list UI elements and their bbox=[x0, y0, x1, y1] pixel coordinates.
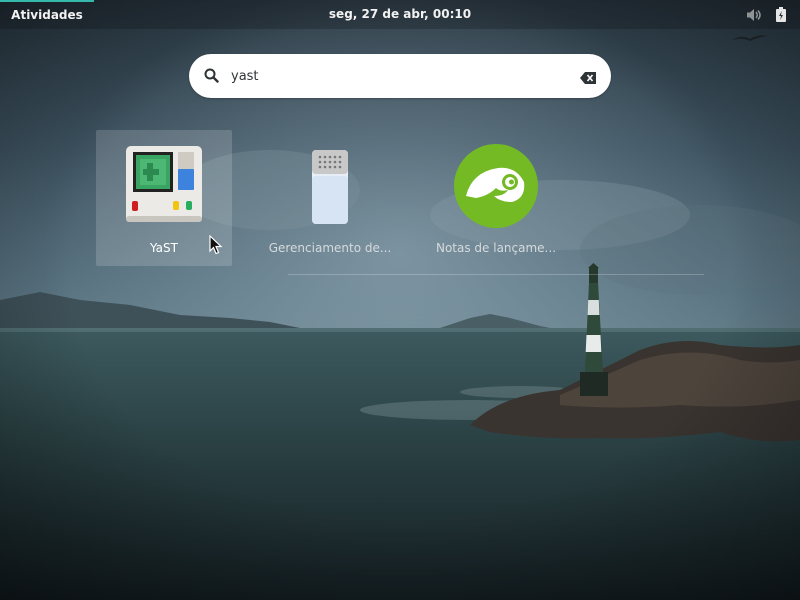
top-bar: Atividades seg, 27 de abr, 00:10 bbox=[0, 0, 800, 29]
software-management-icon bbox=[312, 150, 348, 224]
opensuse-release-notes-icon bbox=[454, 144, 538, 228]
result-release-notes[interactable]: Notas de lançame... bbox=[428, 130, 564, 266]
volume-muted-icon[interactable] bbox=[746, 8, 762, 22]
result-software-management[interactable]: Gerenciamento de... bbox=[262, 130, 398, 266]
yast-icon bbox=[126, 146, 202, 222]
search-bar[interactable] bbox=[189, 54, 611, 98]
activities-button[interactable]: Atividades bbox=[0, 0, 94, 29]
search-icon bbox=[204, 68, 219, 87]
clock-label[interactable]: seg, 27 de abr, 00:10 bbox=[329, 7, 471, 21]
result-label: Gerenciamento de... bbox=[268, 241, 392, 255]
search-input[interactable] bbox=[231, 66, 551, 86]
bird-silhouette bbox=[732, 35, 768, 41]
battery-icon[interactable] bbox=[776, 7, 786, 22]
results-separator bbox=[288, 274, 704, 275]
result-label: Notas de lançame... bbox=[435, 241, 557, 255]
system-tray[interactable] bbox=[746, 7, 786, 22]
clear-icon[interactable] bbox=[580, 69, 596, 88]
mouse-pointer-icon bbox=[209, 235, 223, 255]
desktop-screen: Atividades seg, 27 de abr, 00:10 yast Ya… bbox=[0, 0, 800, 600]
clock: seg, 27 de abr, 00:10 bbox=[0, 0, 800, 29]
